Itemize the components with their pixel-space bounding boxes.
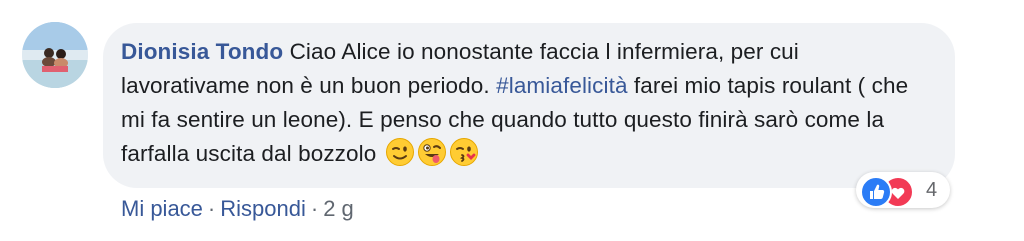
like-button[interactable]: Mi piace	[121, 196, 203, 221]
avatar-photo	[22, 22, 88, 88]
comment-actions: Mi piace · Rispondi · 2 g	[121, 196, 354, 222]
reaction-count: 4	[926, 179, 938, 201]
comment: Dionisia Tondo Ciao Alice io nonostante …	[0, 0, 1024, 241]
separator: ·	[310, 196, 319, 221]
reply-button[interactable]: Rispondi	[220, 196, 306, 221]
reactions-summary[interactable]: 4	[856, 172, 950, 208]
hashtag-link[interactable]: #lamiafelicità	[496, 73, 627, 98]
like-icon	[860, 176, 892, 208]
wink-emoji	[385, 137, 415, 167]
avatar[interactable]	[22, 22, 88, 88]
zany-face-emoji	[417, 137, 447, 167]
comment-author[interactable]: Dionisia Tondo	[121, 39, 283, 64]
comment-timestamp[interactable]: 2 g	[323, 196, 354, 221]
separator: ·	[207, 196, 216, 221]
comment-body: Dionisia Tondo Ciao Alice io nonostante …	[121, 35, 921, 171]
kissing-wink-emoji	[449, 137, 479, 167]
